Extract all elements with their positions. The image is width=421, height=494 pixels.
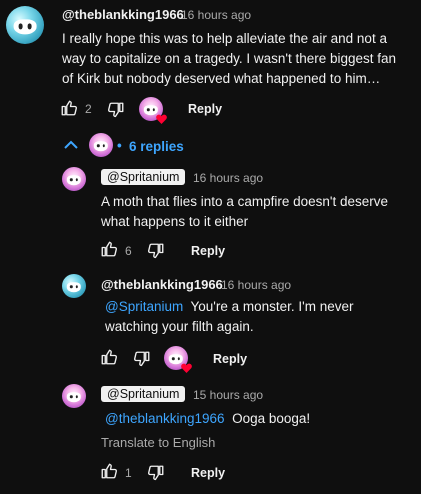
reply-button[interactable]: Reply xyxy=(213,352,247,366)
mention-link[interactable]: @theblankking1966 xyxy=(105,411,225,426)
reply-button[interactable]: Reply xyxy=(188,102,222,116)
reply-author[interactable]: @theblankking1966 xyxy=(101,277,223,292)
reply-time[interactable]: 16 hours ago xyxy=(221,278,291,292)
dislike-icon[interactable] xyxy=(133,350,151,368)
reply-time[interactable]: 15 hours ago xyxy=(193,388,263,402)
reply-text: @Spritanium You're a monster. I'm never … xyxy=(101,297,416,337)
reply-button[interactable]: Reply xyxy=(191,244,225,258)
creator-heart-avatar[interactable] xyxy=(164,346,192,373)
reply-text-line: @theblankking1966 Ooga booga! xyxy=(101,409,416,429)
comment-author[interactable]: @theblankking1966 xyxy=(62,7,184,22)
replies-toggle-button[interactable]: 6 replies xyxy=(129,139,184,154)
avatar[interactable] xyxy=(62,167,86,191)
like-icon[interactable] xyxy=(100,348,118,366)
dislike-icon[interactable] xyxy=(147,464,165,482)
reply-text: A moth that flies into a campfire doesn'… xyxy=(101,192,416,232)
reply-text-part: Ooga booga! xyxy=(232,411,311,426)
like-icon[interactable] xyxy=(60,99,78,117)
comment-time[interactable]: 16 hours ago xyxy=(181,8,251,22)
reply-author-chip[interactable]: @Spritanium xyxy=(101,386,186,402)
avatar-face xyxy=(66,282,82,292)
reply-text-line: @Spritanium You're a monster. I'm never xyxy=(101,297,416,317)
creator-heart-avatar[interactable] xyxy=(139,97,167,124)
dislike-icon[interactable] xyxy=(147,242,165,260)
dislike-icon[interactable] xyxy=(107,101,125,119)
reply-text: @theblankking1966 Ooga booga! xyxy=(101,409,416,429)
avatar-face xyxy=(13,19,37,35)
like-count: 6 xyxy=(125,244,132,258)
reply-time[interactable]: 16 hours ago xyxy=(193,171,263,185)
heart-icon xyxy=(181,363,192,373)
avatar-face xyxy=(93,141,109,151)
reply-text-part: You're a monster. I'm never xyxy=(190,299,354,314)
reply-text-line: A moth that flies into a campfire doesn'… xyxy=(101,194,388,209)
comment-text-line: I really hope this was to help alleviate… xyxy=(62,31,387,46)
mention-link[interactable]: @Spritanium xyxy=(105,299,183,314)
comment-text-line: way to capitalize on a tragedy. I wasn't… xyxy=(62,51,397,66)
reply-button[interactable]: Reply xyxy=(191,466,225,480)
reply-author-chip[interactable]: @Spritanium xyxy=(101,169,186,185)
translate-button[interactable]: Translate to English xyxy=(101,435,215,450)
avatar[interactable] xyxy=(62,384,86,408)
avatar-face xyxy=(66,175,82,185)
comment-text-line: of Kirk but nobody deserved what happene… xyxy=(62,71,381,86)
dot-separator: • xyxy=(117,138,122,153)
like-icon[interactable] xyxy=(100,462,118,480)
reply-text-line: watching your filth again. xyxy=(105,319,254,334)
like-count: 1 xyxy=(125,466,132,480)
comment-text: I really hope this was to help alleviate… xyxy=(62,29,417,89)
like-count: 2 xyxy=(85,102,92,116)
replies-avatar xyxy=(89,133,113,157)
avatar[interactable] xyxy=(62,274,86,298)
reply-text-line: what happens to it either xyxy=(101,214,249,229)
avatar-face xyxy=(66,392,82,402)
avatar[interactable] xyxy=(6,6,44,44)
like-icon[interactable] xyxy=(100,240,118,258)
chevron-up-icon[interactable] xyxy=(64,140,78,150)
heart-icon xyxy=(156,114,167,124)
